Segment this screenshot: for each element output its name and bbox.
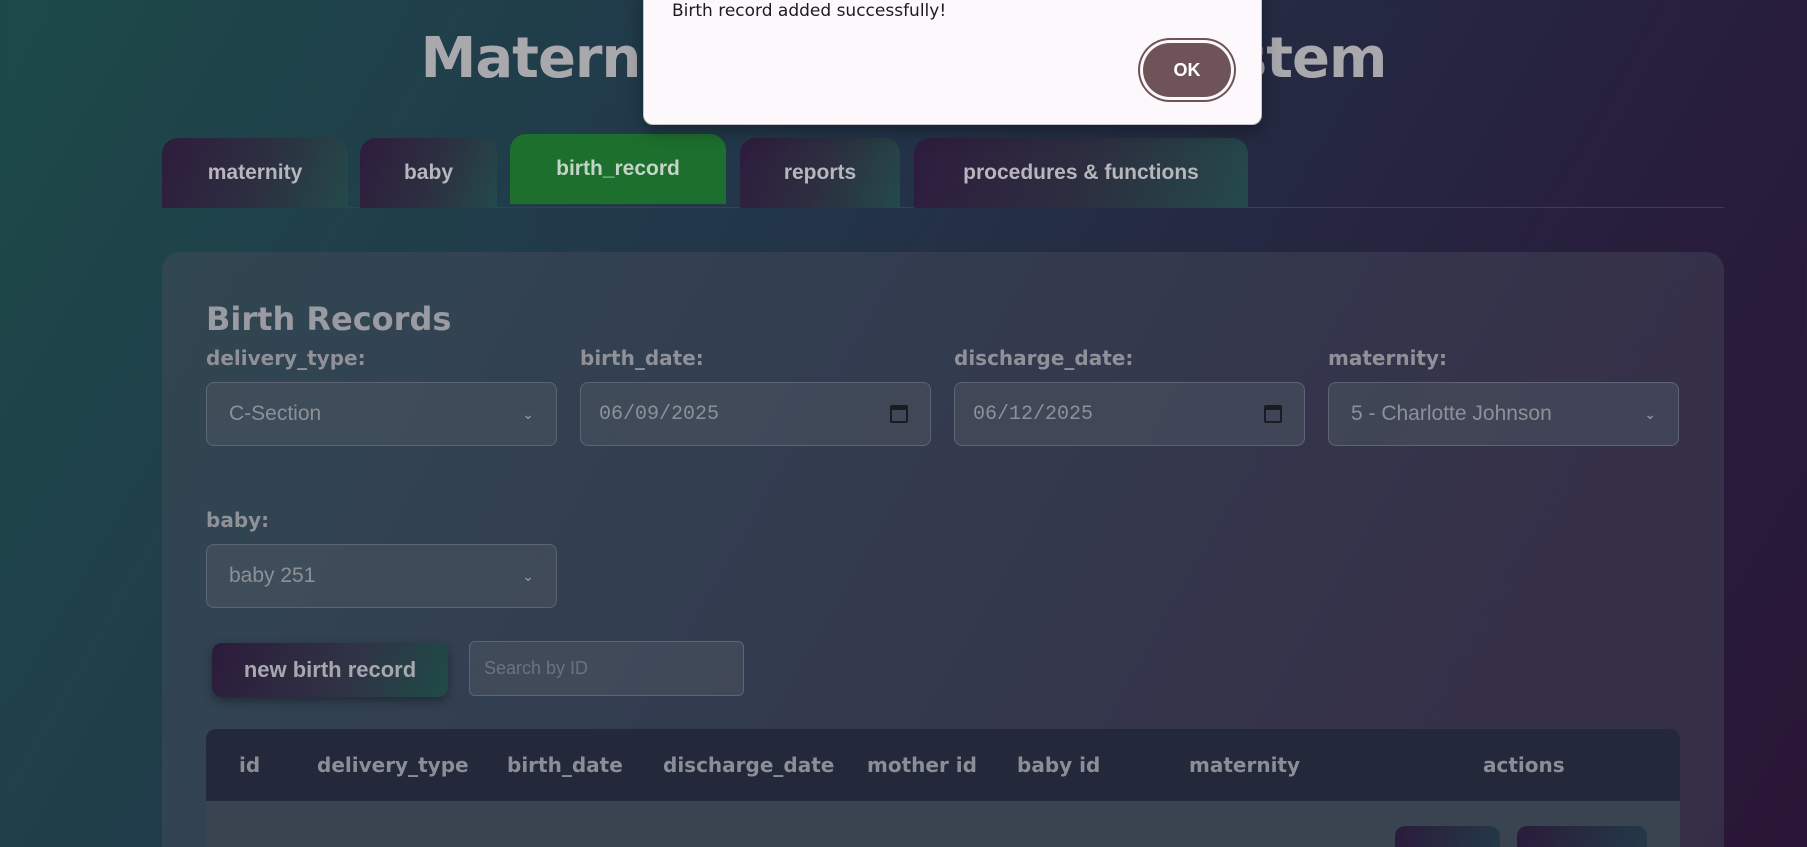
maternity-label: maternity: [1328,346,1448,370]
app-page: Maternity Management System maternity ba… [0,0,1807,847]
alert-dialog: Birth record added successfully! OK [643,0,1262,125]
tab-birth-record[interactable]: birth_record [510,134,726,204]
discharge-date-label: discharge_date: [954,346,1134,370]
chevron-down-icon: ⌄ [522,567,534,584]
baby-select[interactable]: baby 251 ⌄ [206,544,557,608]
delivery-type-label: delivery_type: [206,346,366,370]
chevron-down-icon: ⌄ [1644,405,1656,422]
column-header-mother-id: mother id [867,753,977,777]
delivery-type-select[interactable]: C-Section ⌄ [206,382,557,446]
column-header-maternity: maternity [1189,753,1301,777]
new-birth-record-button[interactable]: new birth record [212,643,448,697]
section-title: Birth Records [206,300,452,338]
ok-button[interactable]: OK [1143,43,1231,97]
tab-reports[interactable]: reports [740,138,900,208]
column-header-delivery-type: delivery_type [317,753,469,777]
maternity-select[interactable]: 5 - Charlotte Johnson ⌄ [1328,382,1679,446]
column-header-id: id [239,753,261,777]
birth-date-label: birth_date: [580,346,704,370]
tab-baby[interactable]: baby [360,138,497,208]
search-input[interactable]: Search by ID [469,641,744,696]
discharge-date-value: 06/12/2025 [973,402,1094,426]
tab-procedures-functions[interactable]: procedures & functions [914,138,1248,208]
birth-date-input[interactable]: 06/09/2025 [580,382,931,446]
tab-maternity[interactable]: maternity [162,138,348,208]
column-header-discharge-date: discharge_date [663,753,835,777]
maternity-value: 5 - Charlotte Johnson [1351,402,1552,425]
baby-label: baby: [206,508,270,532]
calendar-icon[interactable] [1264,405,1282,423]
row-delete-button[interactable] [1517,826,1647,847]
column-header-actions: actions [1483,753,1565,777]
table-header: id delivery_type birth_date discharge_da… [206,729,1680,801]
delivery-type-value: C-Section [229,402,322,425]
row-edit-button[interactable] [1395,826,1500,847]
tab-bar: maternity baby birth_record reports proc… [162,134,1724,208]
calendar-icon[interactable] [890,405,908,423]
column-header-birth-date: birth_date [507,753,623,777]
column-header-baby-id: baby id [1017,753,1101,777]
birth-date-value: 06/09/2025 [599,402,720,426]
discharge-date-input[interactable]: 06/12/2025 [954,382,1305,446]
baby-value: baby 251 [229,564,316,587]
chevron-down-icon: ⌄ [522,405,534,422]
alert-message: Birth record added successfully! [672,1,947,21]
